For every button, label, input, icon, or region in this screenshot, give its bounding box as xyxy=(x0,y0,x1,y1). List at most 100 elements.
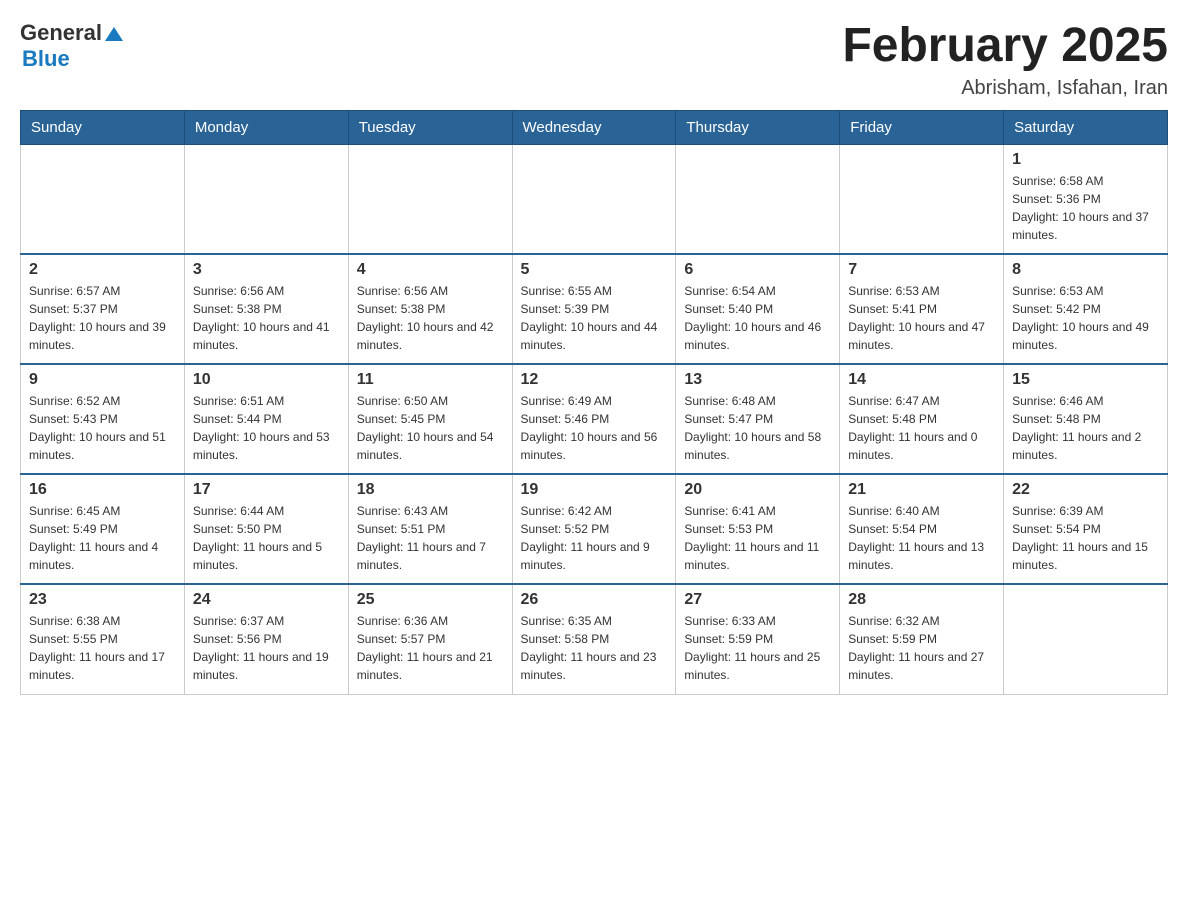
day-info: Sunrise: 6:41 AMSunset: 5:53 PMDaylight:… xyxy=(684,502,831,574)
calendar-cell xyxy=(348,144,512,254)
calendar-cell: 9Sunrise: 6:52 AMSunset: 5:43 PMDaylight… xyxy=(21,364,185,474)
day-info: Sunrise: 6:48 AMSunset: 5:47 PMDaylight:… xyxy=(684,392,831,464)
day-info: Sunrise: 6:51 AMSunset: 5:44 PMDaylight:… xyxy=(193,392,340,464)
calendar-cell: 7 Sunrise: 6:53 AMSunset: 5:41 PMDaylight… xyxy=(840,254,1004,364)
calendar-cell: 5 Sunrise: 6:55 AMSunset: 5:39 PMDaylight… xyxy=(512,254,676,364)
day-info: Sunrise: 6:56 AMSunset: 5:38 PMDaylight:… xyxy=(357,282,504,354)
day-info: Sunrise: 6:37 AMSunset: 5:56 PMDaylight:… xyxy=(193,612,340,684)
calendar-cell: 8 Sunrise: 6:53 AMSunset: 5:42 PMDaylight… xyxy=(1004,254,1168,364)
day-number: 20 xyxy=(684,481,831,499)
logo: General Blue xyxy=(20,20,123,72)
day-info: Sunrise: 6:38 AMSunset: 5:55 PMDaylight:… xyxy=(29,612,176,684)
calendar-cell: 3 Sunrise: 6:56 AMSunset: 5:38 PMDaylight… xyxy=(184,254,348,364)
calendar-cell: 14 Sunrise: 6:47 AMSunset: 5:48 PMDayligh… xyxy=(840,364,1004,474)
calendar-cell: 12Sunrise: 6:49 AMSunset: 5:46 PMDayligh… xyxy=(512,364,676,474)
column-header-sunday: Sunday xyxy=(21,110,185,144)
calendar-cell: 4Sunrise: 6:56 AMSunset: 5:38 PMDaylight… xyxy=(348,254,512,364)
day-number: 10 xyxy=(193,371,340,389)
calendar-cell xyxy=(1004,584,1168,694)
location-text: Abrisham, Isfahan, Iran xyxy=(842,77,1168,100)
day-number: 23 xyxy=(29,591,176,609)
day-info: Sunrise: 6:40 AMSunset: 5:54 PMDaylight:… xyxy=(848,502,995,574)
calendar-week-5: 23 Sunrise: 6:38 AMSunset: 5:55 PMDayligh… xyxy=(21,584,1168,694)
calendar-cell: 23 Sunrise: 6:38 AMSunset: 5:55 PMDayligh… xyxy=(21,584,185,694)
day-info: Sunrise: 6:43 AMSunset: 5:51 PMDaylight:… xyxy=(357,502,504,574)
day-info: Sunrise: 6:56 AMSunset: 5:38 PMDaylight:… xyxy=(193,282,340,354)
day-info: Sunrise: 6:53 AMSunset: 5:42 PMDaylight:… xyxy=(1012,282,1159,354)
calendar-cell: 21 Sunrise: 6:40 AMSunset: 5:54 PMDayligh… xyxy=(840,474,1004,584)
day-info: Sunrise: 6:46 AMSunset: 5:48 PMDaylight:… xyxy=(1012,392,1159,464)
day-number: 27 xyxy=(684,591,831,609)
day-info: Sunrise: 6:39 AMSunset: 5:54 PMDaylight:… xyxy=(1012,502,1159,574)
day-number: 8 xyxy=(1012,261,1159,279)
day-info: Sunrise: 6:55 AMSunset: 5:39 PMDaylight:… xyxy=(521,282,668,354)
day-number: 2 xyxy=(29,261,176,279)
calendar-cell: 13 Sunrise: 6:48 AMSunset: 5:47 PMDayligh… xyxy=(676,364,840,474)
calendar-cell xyxy=(840,144,1004,254)
day-info: Sunrise: 6:57 AMSunset: 5:37 PMDaylight:… xyxy=(29,282,176,354)
logo-general-text: General xyxy=(20,20,102,46)
calendar-cell xyxy=(512,144,676,254)
calendar-cell: 10 Sunrise: 6:51 AMSunset: 5:44 PMDayligh… xyxy=(184,364,348,474)
calendar-cell: 6 Sunrise: 6:54 AMSunset: 5:40 PMDaylight… xyxy=(676,254,840,364)
column-header-saturday: Saturday xyxy=(1004,110,1168,144)
calendar-cell: 26Sunrise: 6:35 AMSunset: 5:58 PMDayligh… xyxy=(512,584,676,694)
calendar-week-2: 2 Sunrise: 6:57 AMSunset: 5:37 PMDaylight… xyxy=(21,254,1168,364)
day-info: Sunrise: 6:44 AMSunset: 5:50 PMDaylight:… xyxy=(193,502,340,574)
day-number: 6 xyxy=(684,261,831,279)
calendar-cell: 2 Sunrise: 6:57 AMSunset: 5:37 PMDaylight… xyxy=(21,254,185,364)
day-number: 7 xyxy=(848,261,995,279)
calendar-cell: 24 Sunrise: 6:37 AMSunset: 5:56 PMDayligh… xyxy=(184,584,348,694)
day-info: Sunrise: 6:36 AMSunset: 5:57 PMDaylight:… xyxy=(357,612,504,684)
day-info: Sunrise: 6:32 AMSunset: 5:59 PMDaylight:… xyxy=(848,612,995,684)
day-number: 22 xyxy=(1012,481,1159,499)
day-number: 5 xyxy=(521,261,668,279)
title-block: February 2025 Abrisham, Isfahan, Iran xyxy=(842,20,1168,100)
calendar-table: SundayMondayTuesdayWednesdayThursdayFrid… xyxy=(20,110,1168,695)
logo-triangle-icon xyxy=(105,25,123,43)
logo-blue-text: Blue xyxy=(22,46,70,72)
day-number: 13 xyxy=(684,371,831,389)
month-title: February 2025 xyxy=(842,20,1168,73)
column-header-friday: Friday xyxy=(840,110,1004,144)
calendar-cell: 16Sunrise: 6:45 AMSunset: 5:49 PMDayligh… xyxy=(21,474,185,584)
day-number: 19 xyxy=(521,481,668,499)
calendar-week-1: 1 Sunrise: 6:58 AMSunset: 5:36 PMDaylight… xyxy=(21,144,1168,254)
calendar-cell xyxy=(184,144,348,254)
day-info: Sunrise: 6:42 AMSunset: 5:52 PMDaylight:… xyxy=(521,502,668,574)
calendar-cell: 22 Sunrise: 6:39 AMSunset: 5:54 PMDayligh… xyxy=(1004,474,1168,584)
day-info: Sunrise: 6:35 AMSunset: 5:58 PMDaylight:… xyxy=(521,612,668,684)
calendar-cell: 20 Sunrise: 6:41 AMSunset: 5:53 PMDayligh… xyxy=(676,474,840,584)
column-header-monday: Monday xyxy=(184,110,348,144)
day-info: Sunrise: 6:54 AMSunset: 5:40 PMDaylight:… xyxy=(684,282,831,354)
column-header-thursday: Thursday xyxy=(676,110,840,144)
calendar-cell: 18Sunrise: 6:43 AMSunset: 5:51 PMDayligh… xyxy=(348,474,512,584)
day-info: Sunrise: 6:53 AMSunset: 5:41 PMDaylight:… xyxy=(848,282,995,354)
day-info: Sunrise: 6:50 AMSunset: 5:45 PMDaylight:… xyxy=(357,392,504,464)
day-number: 28 xyxy=(848,591,995,609)
calendar-cell: 19 Sunrise: 6:42 AMSunset: 5:52 PMDayligh… xyxy=(512,474,676,584)
calendar-cell: 1 Sunrise: 6:58 AMSunset: 5:36 PMDaylight… xyxy=(1004,144,1168,254)
day-number: 17 xyxy=(193,481,340,499)
day-number: 15 xyxy=(1012,371,1159,389)
calendar-cell: 25 Sunrise: 6:36 AMSunset: 5:57 PMDayligh… xyxy=(348,584,512,694)
day-info: Sunrise: 6:52 AMSunset: 5:43 PMDaylight:… xyxy=(29,392,176,464)
day-info: Sunrise: 6:45 AMSunset: 5:49 PMDaylight:… xyxy=(29,502,176,574)
page-header: General Blue February 2025 Abrisham, Isf… xyxy=(20,20,1168,100)
calendar-cell: 15 Sunrise: 6:46 AMSunset: 5:48 PMDayligh… xyxy=(1004,364,1168,474)
day-number: 21 xyxy=(848,481,995,499)
calendar-week-4: 16Sunrise: 6:45 AMSunset: 5:49 PMDayligh… xyxy=(21,474,1168,584)
calendar-cell xyxy=(676,144,840,254)
column-header-wednesday: Wednesday xyxy=(512,110,676,144)
calendar-cell: 17 Sunrise: 6:44 AMSunset: 5:50 PMDayligh… xyxy=(184,474,348,584)
day-number: 3 xyxy=(193,261,340,279)
day-number: 25 xyxy=(357,591,504,609)
calendar-header-row: SundayMondayTuesdayWednesdayThursdayFrid… xyxy=(21,110,1168,144)
day-info: Sunrise: 6:33 AMSunset: 5:59 PMDaylight:… xyxy=(684,612,831,684)
day-number: 14 xyxy=(848,371,995,389)
day-number: 24 xyxy=(193,591,340,609)
day-info: Sunrise: 6:49 AMSunset: 5:46 PMDaylight:… xyxy=(521,392,668,464)
day-number: 1 xyxy=(1012,151,1159,169)
day-info: Sunrise: 6:47 AMSunset: 5:48 PMDaylight:… xyxy=(848,392,995,464)
day-info: Sunrise: 6:58 AMSunset: 5:36 PMDaylight:… xyxy=(1012,172,1159,244)
